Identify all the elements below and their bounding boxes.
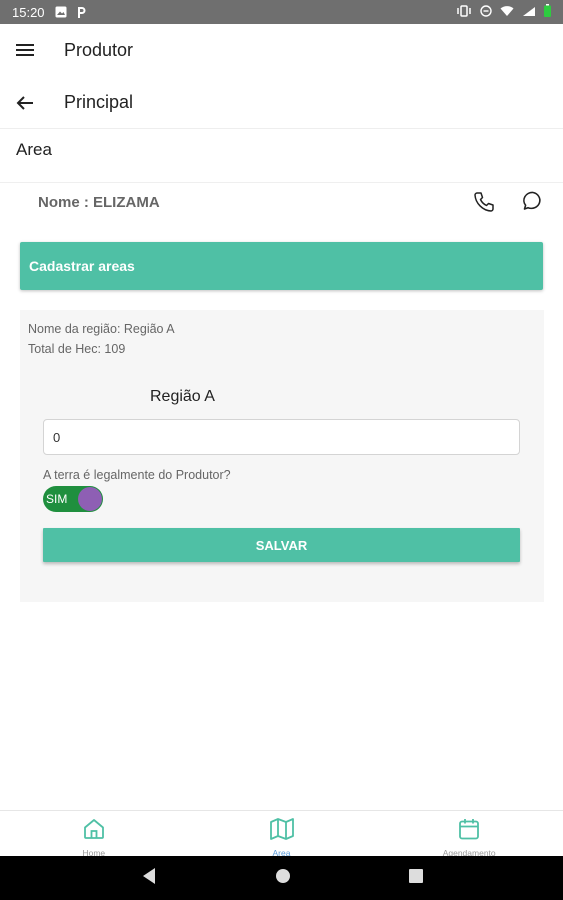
sub-app-bar: Principal [0,77,563,129]
battery-icon [544,4,551,20]
section-title: Area [16,140,52,159]
phone-icon[interactable] [472,190,496,214]
bottom-navigation: Home Area Agendamento [0,810,563,858]
wifi-icon [500,5,514,20]
region-card: Nome da região: Região A Total de Hec: 1… [20,310,544,602]
save-button[interactable]: SALVAR [43,528,520,562]
menu-icon[interactable] [0,42,50,58]
chat-icon[interactable] [522,190,544,214]
system-back-icon[interactable] [141,867,157,890]
status-bar: 15:20 [0,0,563,24]
nav-item-home[interactable]: Home [0,811,188,858]
legal-ownership-label: A terra é legalmente do Produtor? [43,468,231,482]
signal-icon [522,5,536,20]
calendar-icon [457,817,481,846]
do-not-disturb-icon [480,4,492,20]
system-navigation-bar [0,856,563,900]
status-time: 15:20 [12,4,45,20]
app-title: Produtor [64,39,134,60]
back-arrow-icon[interactable] [0,95,50,111]
page-title: Principal [64,92,134,112]
hectares-text: Total de Hec: 109 [28,342,126,356]
home-icon [82,817,106,846]
gallery-icon [55,6,67,18]
producer-actions [472,190,544,214]
producer-row: Nome : ELIZAMA [38,190,548,222]
map-icon [269,817,295,846]
top-app-bar: Produtor [0,24,563,76]
register-areas-button[interactable]: Cadastrar areas [20,242,543,290]
divider [0,182,563,183]
toggle-text: SIM [46,492,68,506]
system-recents-icon[interactable] [408,868,423,888]
toggle-knob [78,487,102,511]
nav-item-area[interactable]: Area [188,811,376,858]
nav-item-agendamento[interactable]: Agendamento [375,811,563,858]
vibrate-icon [456,4,472,20]
producer-name: Nome : ELIZAMA [38,194,160,211]
area-input-value: 0 [53,429,61,445]
system-home-icon[interactable] [275,868,291,889]
status-right-icons [456,4,551,20]
area-input[interactable]: 0 [43,419,520,455]
region-name-text: Nome da região: Região A [28,322,175,336]
region-title: Região A [150,388,215,405]
p-app-icon [75,6,87,19]
legal-ownership-toggle[interactable]: SIM [43,486,103,512]
